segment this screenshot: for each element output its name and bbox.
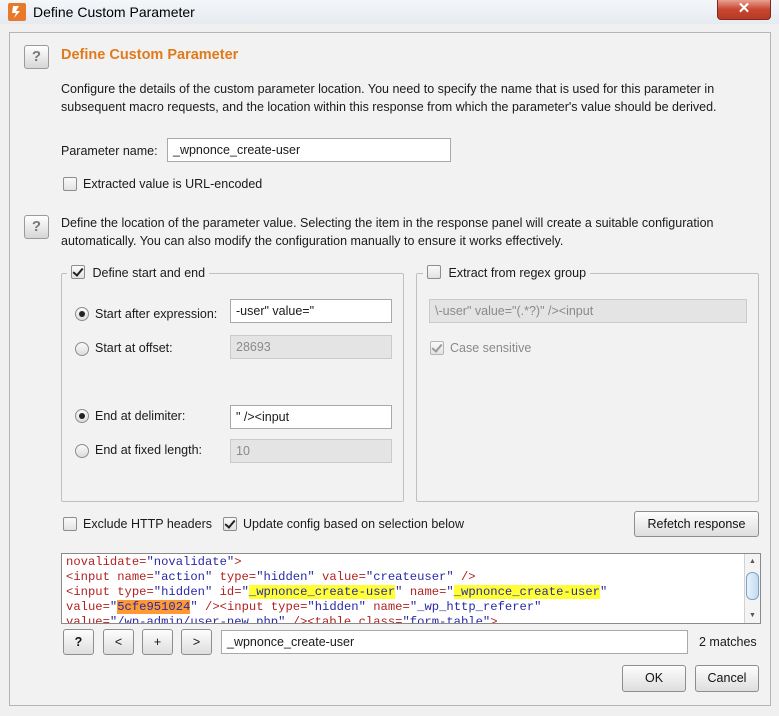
search-previous-button[interactable]: < <box>103 629 134 655</box>
code-token: name= <box>117 570 154 584</box>
url-encoded-checkbox[interactable] <box>63 177 77 191</box>
start-at-offset-label: Start at offset: <box>95 341 173 355</box>
exclude-http-headers-checkbox[interactable] <box>63 517 77 531</box>
extract-regex-label: Extract from regex group <box>448 266 587 280</box>
code-token: > <box>234 555 242 569</box>
code-token: value= <box>66 600 110 614</box>
search-next-button[interactable]: > <box>181 629 212 655</box>
code-token: " <box>446 585 454 599</box>
ok-button[interactable]: OK <box>622 665 686 692</box>
regex-legend: Extract from regex group <box>423 265 591 280</box>
start-after-expression-input[interactable]: -user" value=" <box>230 299 392 323</box>
end-at-delimiter-label: End at delimiter: <box>95 409 186 423</box>
search-match: _wpnonce_create-user <box>453 585 600 599</box>
response-panel[interactable]: novalidate="novalidate"> <input name="act… <box>61 553 761 624</box>
parameter-name-label: Parameter name: <box>61 144 158 158</box>
start-after-expression-radio[interactable] <box>75 307 89 321</box>
scrollbar-thumb[interactable] <box>746 572 759 600</box>
scroll-up-arrow-icon[interactable]: ▲ <box>745 555 760 568</box>
code-token: type= <box>212 570 257 584</box>
case-sensitive-checkbox[interactable] <box>430 341 444 355</box>
end-at-fixed-length-label: End at fixed length: <box>95 443 203 457</box>
burp-app-icon <box>8 3 26 21</box>
close-window-button[interactable]: ✕ <box>717 0 771 20</box>
help-button-location[interactable]: ? <box>24 215 49 239</box>
search-input[interactable]: _wpnonce_create-user <box>221 630 688 654</box>
help-button-parameter[interactable]: ? <box>24 45 49 69</box>
code-token: value= <box>314 570 366 584</box>
code-token: "/wp-admin/user-new.php" <box>109 615 286 624</box>
response-line[interactable]: value="5cfe951024" /><input type="hidden… <box>66 600 541 615</box>
extract-regex-checkbox[interactable] <box>427 265 441 279</box>
code-token: class= <box>358 615 403 624</box>
code-token: name= <box>365 600 410 614</box>
update-config-checkbox[interactable] <box>223 517 237 531</box>
end-at-fixed-length-input[interactable]: 10 <box>230 439 392 463</box>
code-token: "hidden" <box>307 600 366 614</box>
scroll-down-arrow-icon[interactable]: ▼ <box>745 609 760 622</box>
start-after-expression-label: Start after expression: <box>95 307 218 321</box>
code-token: "_wp_http_referer" <box>409 600 542 614</box>
code-token: "hidden" <box>153 585 213 599</box>
code-token: > <box>490 615 498 624</box>
case-sensitive-label: Case sensitive <box>450 341 532 355</box>
search-match: _wpnonce_create-user <box>248 585 396 599</box>
start-at-offset-input[interactable]: 28693 <box>230 335 392 359</box>
title-bar: Define Custom Parameter ✕ <box>0 0 779 24</box>
response-line[interactable]: <input type="hidden" id="_wpnonce_create… <box>66 585 607 600</box>
code-token: " <box>190 600 198 614</box>
parameter-name-input[interactable]: _wpnonce_create-user <box>167 138 451 162</box>
code-token: " <box>395 585 403 599</box>
url-encoded-label: Extracted value is URL-encoded <box>83 177 263 191</box>
code-token: type= <box>117 585 154 599</box>
code-token: "form-table" <box>402 615 491 624</box>
update-config-label: Update config based on selection below <box>243 517 464 531</box>
code-token: /><input <box>197 600 271 614</box>
location-description: Define the location of the parameter val… <box>61 216 714 248</box>
start-end-legend: Define start and end <box>67 265 210 280</box>
code-token: " <box>600 585 608 599</box>
section-description: Configure the details of the custom para… <box>61 82 717 114</box>
search-help-button[interactable]: ? <box>63 629 94 655</box>
section-heading: Define Custom Parameter <box>61 47 239 63</box>
window-title: Define Custom Parameter <box>33 4 195 20</box>
code-token: /><table <box>285 615 359 624</box>
search-add-button[interactable]: + <box>142 629 173 655</box>
end-at-fixed-length-radio[interactable] <box>75 444 89 458</box>
code-token: <input <box>66 570 118 584</box>
regex-expression-input[interactable]: \-user" value="(.*?)" /><input <box>429 299 747 323</box>
code-token: id= <box>212 585 242 599</box>
code-token: novalidate= <box>66 555 147 569</box>
define-start-end-label: Define start and end <box>92 266 206 280</box>
code-token: <input <box>66 585 118 599</box>
exclude-http-headers-label: Exclude HTTP headers <box>83 517 212 531</box>
code-token: value= <box>66 615 110 624</box>
response-line[interactable]: value="/wp-admin/user-new.php" /><table … <box>66 615 498 624</box>
refetch-response-button[interactable]: Refetch response <box>634 511 759 537</box>
code-token: "createuser" <box>365 570 454 584</box>
code-token: " <box>241 585 249 599</box>
code-token: type= <box>270 600 308 614</box>
define-start-end-checkbox[interactable] <box>71 265 85 279</box>
response-line[interactable]: <input name="action" type="hidden" value… <box>66 570 476 585</box>
start-at-offset-radio[interactable] <box>75 342 89 356</box>
selected-token: 5cfe951024 <box>117 600 191 614</box>
code-token: name= <box>402 585 447 599</box>
match-count: 2 matches <box>699 635 757 649</box>
code-token: "action" <box>153 570 213 584</box>
response-scrollbar[interactable]: ▲ ▼ <box>744 554 760 623</box>
code-token: /> <box>453 570 476 584</box>
cancel-button[interactable]: Cancel <box>695 665 759 692</box>
response-line[interactable]: novalidate="novalidate"> <box>66 555 242 570</box>
code-token: "hidden" <box>256 570 315 584</box>
code-token: "novalidate" <box>146 555 235 569</box>
end-at-delimiter-radio[interactable] <box>75 409 89 423</box>
end-at-delimiter-input[interactable]: " /><input <box>230 405 392 429</box>
